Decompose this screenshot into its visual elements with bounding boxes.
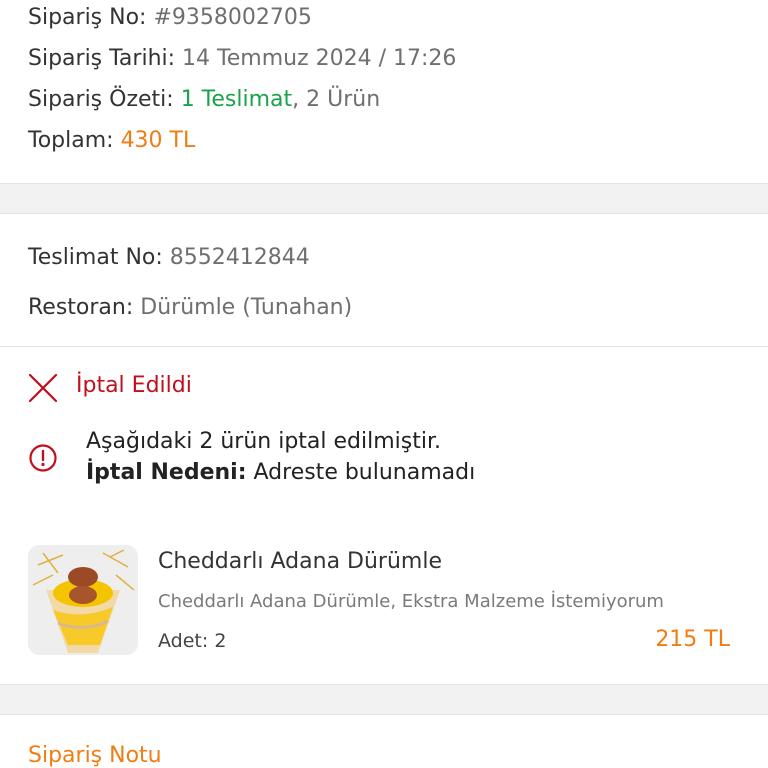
order-number-label: Sipariş No: xyxy=(28,5,147,30)
cancel-message: Aşağıdaki 2 ürün iptal edilmiştir. xyxy=(86,429,441,454)
product-image xyxy=(28,545,138,655)
order-total-row: Toplam: 430 TL xyxy=(28,128,195,153)
delivery-number-row: Teslimat No: 8552412844 xyxy=(28,245,310,270)
section-divider xyxy=(0,183,768,214)
cancel-reason-label: İptal Nedeni: xyxy=(86,460,247,485)
product-name: Cheddarlı Adana Dürümle xyxy=(158,549,442,574)
order-summary-delivery-link[interactable]: 1 Teslimat xyxy=(181,87,292,112)
order-total-label: Toplam: xyxy=(28,128,114,153)
cancel-reason-row: İptal Nedeni: Adreste bulunamadı xyxy=(86,460,475,485)
order-total-value: 430 TL xyxy=(120,128,196,153)
restaurant-value: Dürümle (Tunahan) xyxy=(140,295,353,320)
product-quantity-row: Adet: 2 xyxy=(158,630,226,652)
section-divider-2 xyxy=(0,684,768,715)
divider-line xyxy=(0,346,768,347)
order-date-label: Sipariş Tarihi: xyxy=(28,46,176,71)
restaurant-row: Restoran: Dürümle (Tunahan) xyxy=(28,295,352,320)
restaurant-label: Restoran: xyxy=(28,295,134,320)
order-summary-label: Sipariş Özeti: xyxy=(28,87,174,112)
delivery-number-label: Teslimat No: xyxy=(28,245,163,270)
product-price: 215 TL xyxy=(655,627,730,652)
order-date-value: 14 Temmuz 2024 / 17:26 xyxy=(182,46,457,71)
product-quantity-label: Adet: xyxy=(158,630,209,652)
order-note-title: Sipariş Notu xyxy=(28,743,162,768)
cancel-reason-value: Adreste bulunamadı xyxy=(253,460,476,485)
close-icon xyxy=(28,373,58,403)
delivery-number-value: 8552412844 xyxy=(169,245,310,270)
status-text: İptal Edildi xyxy=(76,373,192,398)
order-number-value: #9358002705 xyxy=(153,5,312,30)
order-date-row: Sipariş Tarihi: 14 Temmuz 2024 / 17:26 xyxy=(28,46,456,71)
product-quantity-value: 2 xyxy=(214,630,227,652)
order-number-row: Sipariş No: #9358002705 xyxy=(28,5,312,30)
order-summary-items: , 2 Ürün xyxy=(292,87,381,112)
info-icon xyxy=(29,444,57,472)
order-summary-row: Sipariş Özeti: 1 Teslimat, 2 Ürün xyxy=(28,87,380,112)
product-description: Cheddarlı Adana Dürümle, Ekstra Malzeme … xyxy=(158,591,664,612)
